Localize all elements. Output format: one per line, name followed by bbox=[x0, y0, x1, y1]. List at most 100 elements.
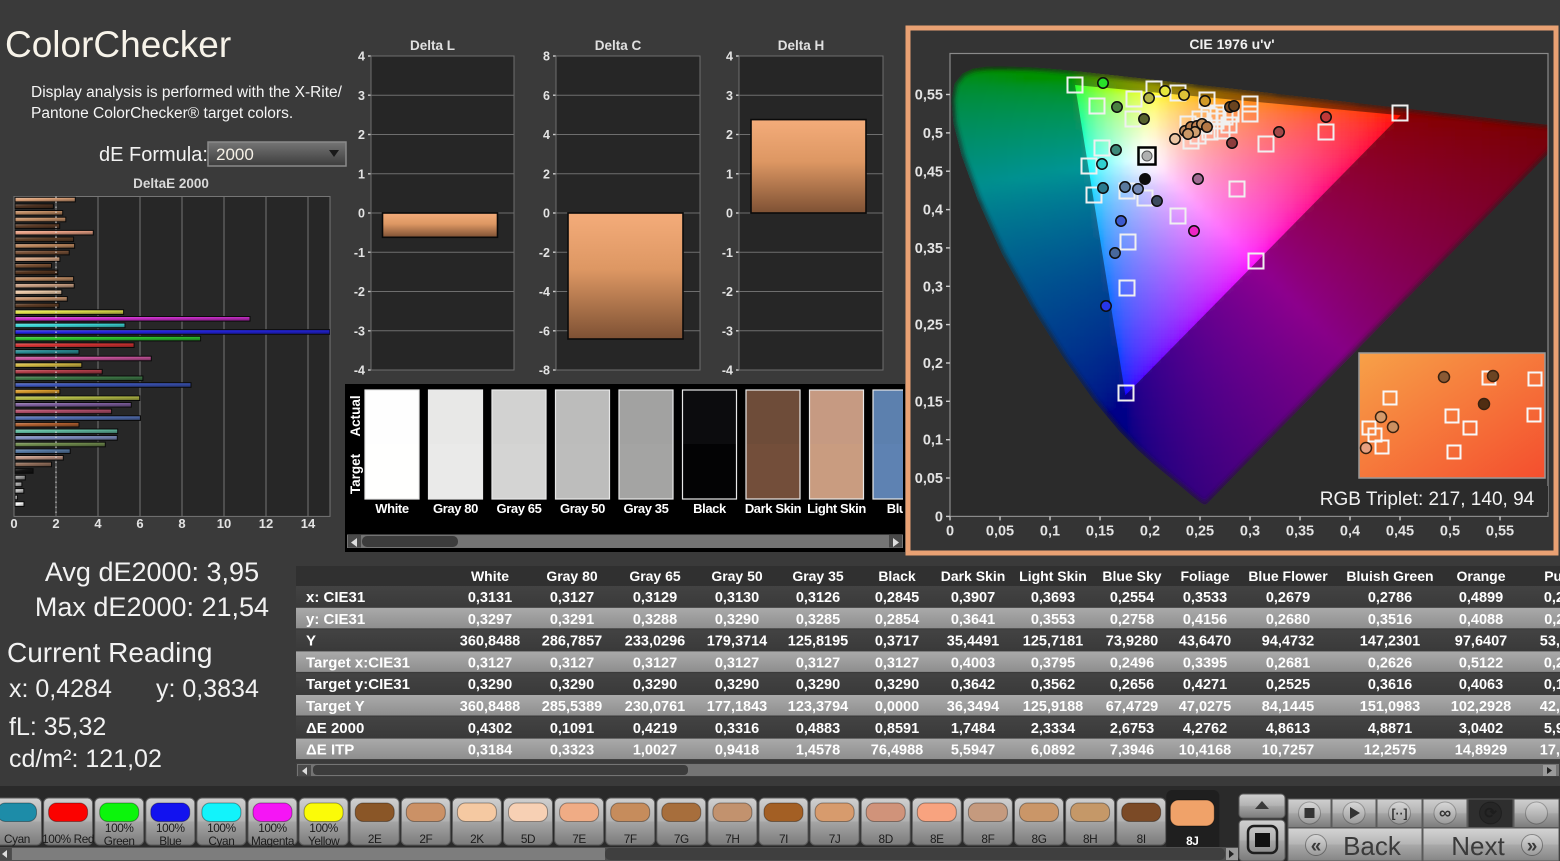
svg-text:0,4088: 0,4088 bbox=[1459, 612, 1503, 628]
svg-text:1: 1 bbox=[726, 167, 733, 181]
svg-text:0,4219: 0,4219 bbox=[633, 721, 677, 737]
svg-text:100%: 100% bbox=[207, 821, 236, 835]
svg-text:0,1: 0,1 bbox=[1040, 523, 1060, 539]
svg-text:-4: -4 bbox=[354, 364, 365, 378]
svg-text:4,2762: 4,2762 bbox=[1183, 721, 1227, 737]
svg-text:0,35: 0,35 bbox=[1286, 523, 1314, 539]
svg-text:8G: 8G bbox=[1032, 832, 1047, 846]
svg-text:7I: 7I bbox=[779, 832, 788, 846]
svg-text:2E: 2E bbox=[368, 832, 382, 846]
svg-text:Avg dE2000: 3,95: Avg dE2000: 3,95 bbox=[45, 557, 259, 587]
svg-text:0,3717: 0,3717 bbox=[875, 634, 919, 650]
svg-text:0,3127: 0,3127 bbox=[796, 655, 840, 671]
svg-text:8D: 8D bbox=[879, 832, 893, 846]
svg-text:10,7257: 10,7257 bbox=[1262, 743, 1314, 759]
svg-text:Gray 35: Gray 35 bbox=[792, 568, 844, 584]
svg-text:4: 4 bbox=[358, 50, 365, 64]
svg-text:ΔE ITP: ΔE ITP bbox=[306, 742, 354, 759]
svg-text:0,4271: 0,4271 bbox=[1183, 677, 1227, 693]
svg-text:0: 0 bbox=[358, 207, 365, 221]
svg-text:Target: Target bbox=[348, 453, 363, 494]
svg-text:0: 0 bbox=[10, 516, 17, 531]
svg-text:2000: 2000 bbox=[216, 145, 254, 164]
svg-text:White: White bbox=[471, 568, 509, 584]
svg-text:151,0983: 151,0983 bbox=[1360, 699, 1420, 715]
svg-text:0,3616: 0,3616 bbox=[1368, 677, 1412, 693]
svg-text:0,35: 0,35 bbox=[915, 241, 943, 257]
svg-text:0,2300: 0,2300 bbox=[1544, 655, 1560, 671]
svg-text:100%: 100% bbox=[105, 821, 134, 835]
svg-text:Max dE2000: 21,54: Max dE2000: 21,54 bbox=[35, 592, 269, 622]
svg-text:42,4366: 42,4366 bbox=[1540, 699, 1560, 715]
svg-text:0,2681: 0,2681 bbox=[1266, 655, 1310, 671]
svg-text:2: 2 bbox=[52, 516, 59, 531]
svg-text:∞: ∞ bbox=[1439, 804, 1451, 823]
svg-text:0,4899: 0,4899 bbox=[1459, 590, 1503, 606]
svg-text:Black: Black bbox=[693, 501, 727, 516]
svg-text:Gray 65: Gray 65 bbox=[497, 501, 542, 516]
svg-text:0,3127: 0,3127 bbox=[550, 590, 594, 606]
svg-text:97,6407: 97,6407 bbox=[1455, 634, 1507, 650]
svg-text:6,0892: 6,0892 bbox=[1031, 743, 1075, 759]
svg-text:0,2: 0,2 bbox=[1140, 523, 1160, 539]
svg-text:123,3794: 123,3794 bbox=[788, 699, 848, 715]
svg-text:6: 6 bbox=[136, 516, 143, 531]
svg-text:0,3516: 0,3516 bbox=[1368, 612, 1412, 628]
svg-text:0: 0 bbox=[935, 509, 943, 525]
svg-text:0,0000: 0,0000 bbox=[875, 699, 919, 715]
svg-text:4: 4 bbox=[543, 128, 550, 142]
svg-text:0,3316: 0,3316 bbox=[715, 721, 759, 737]
svg-text:0,3553: 0,3553 bbox=[1031, 612, 1075, 628]
svg-text:36,3494: 36,3494 bbox=[947, 699, 999, 715]
svg-text:94,4732: 94,4732 bbox=[1262, 634, 1314, 650]
svg-text:0,4003: 0,4003 bbox=[951, 655, 995, 671]
svg-text:Delta H: Delta H bbox=[778, 38, 825, 53]
svg-text:Target y:CIE31: Target y:CIE31 bbox=[306, 676, 410, 693]
svg-text:Target x:CIE31: Target x:CIE31 bbox=[306, 654, 410, 671]
svg-text:Blue Flower: Blue Flower bbox=[1248, 568, 1328, 584]
svg-text:0: 0 bbox=[946, 523, 954, 539]
svg-text:3: 3 bbox=[358, 89, 365, 103]
svg-text:0,2: 0,2 bbox=[923, 356, 943, 372]
svg-text:0,3693: 0,3693 bbox=[1031, 590, 1075, 606]
svg-text:1: 1 bbox=[358, 167, 365, 181]
svg-text:-6: -6 bbox=[539, 324, 550, 338]
svg-text:0,3127: 0,3127 bbox=[875, 655, 919, 671]
svg-text:0,15: 0,15 bbox=[1086, 523, 1114, 539]
svg-text:47,0275: 47,0275 bbox=[1179, 699, 1231, 715]
svg-text:Pantone ColorChecker® target c: Pantone ColorChecker® target colors. bbox=[31, 105, 293, 122]
svg-text:0,45: 0,45 bbox=[915, 164, 943, 180]
svg-text:Dark Skin: Dark Skin bbox=[745, 501, 802, 516]
svg-text:7F: 7F bbox=[624, 832, 637, 846]
svg-text:fL: 35,32: fL: 35,32 bbox=[9, 713, 106, 741]
svg-text:0,3: 0,3 bbox=[923, 279, 943, 295]
svg-text:4,8871: 4,8871 bbox=[1368, 721, 1412, 737]
svg-text:0,3127: 0,3127 bbox=[715, 655, 759, 671]
svg-text:14: 14 bbox=[301, 516, 316, 531]
svg-text:CIE 1976 u'v': CIE 1976 u'v' bbox=[1189, 36, 1274, 52]
svg-text:0,3290: 0,3290 bbox=[715, 612, 759, 628]
svg-text:0,3127: 0,3127 bbox=[468, 655, 512, 671]
svg-text:360,8488: 360,8488 bbox=[460, 634, 520, 650]
svg-text:1,7484: 1,7484 bbox=[951, 721, 995, 737]
svg-text:285,5389: 285,5389 bbox=[542, 699, 602, 715]
svg-text:2F: 2F bbox=[419, 832, 432, 846]
svg-text:8I: 8I bbox=[1137, 832, 1146, 846]
svg-text:0: 0 bbox=[543, 207, 550, 221]
svg-text:x: CIE31: x: CIE31 bbox=[306, 589, 365, 606]
svg-text:0,2680: 0,2680 bbox=[1266, 612, 1310, 628]
svg-text:0,25: 0,25 bbox=[915, 318, 943, 334]
svg-text:0,2525: 0,2525 bbox=[1266, 677, 1310, 693]
svg-text:0,3290: 0,3290 bbox=[550, 677, 594, 693]
svg-text:0,3290: 0,3290 bbox=[633, 677, 677, 693]
svg-text:0,2679: 0,2679 bbox=[1266, 590, 1310, 606]
svg-text:0,8591: 0,8591 bbox=[875, 721, 919, 737]
svg-text:73,9280: 73,9280 bbox=[1106, 634, 1158, 650]
svg-text:ΔE 2000: ΔE 2000 bbox=[306, 720, 364, 737]
svg-text:0,55: 0,55 bbox=[915, 88, 943, 104]
svg-text:8H: 8H bbox=[1083, 832, 1097, 846]
svg-text:17,8922: 17,8922 bbox=[1540, 743, 1560, 759]
svg-text:-3: -3 bbox=[722, 324, 733, 338]
svg-text:0,2554: 0,2554 bbox=[1110, 590, 1154, 606]
svg-text:0,3127: 0,3127 bbox=[550, 655, 594, 671]
